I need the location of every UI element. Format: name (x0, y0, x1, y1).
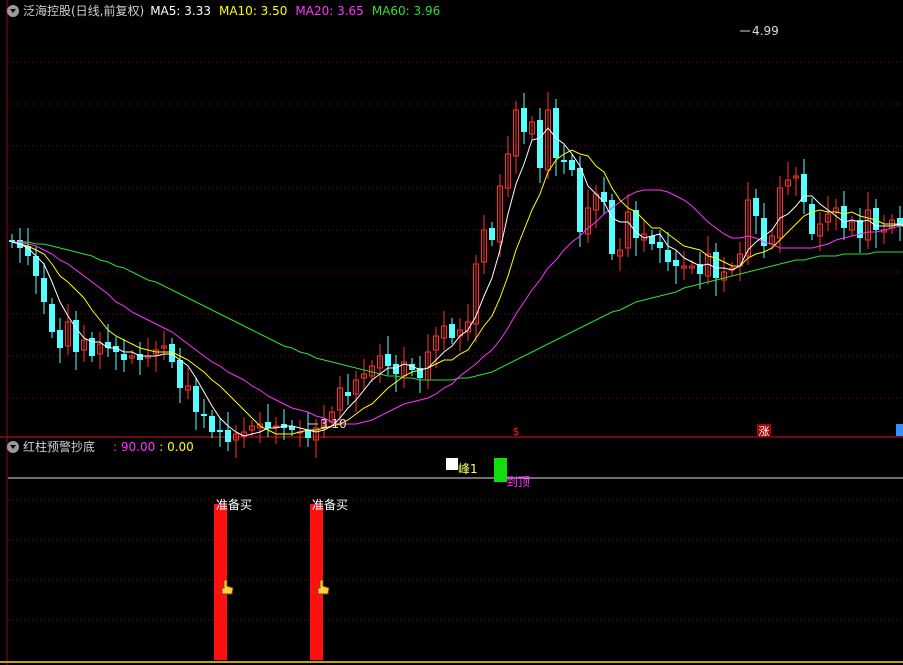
candle-body-down (225, 430, 231, 442)
candle-body-down (713, 252, 719, 278)
high-price-label: 4.99 (752, 24, 779, 38)
candle-body-down (201, 414, 207, 416)
candle-body-down (537, 120, 543, 168)
candle-body-down (657, 242, 663, 248)
candle-body-down (577, 168, 583, 232)
indicator-value-1: : 90.00 (113, 440, 156, 454)
candle-body-down (177, 360, 183, 388)
candle-body-down (857, 220, 863, 238)
edge-marker (896, 424, 903, 436)
low-price-label: 3.10 (320, 417, 347, 431)
candle-body-down (193, 386, 199, 412)
candle-body-down (489, 228, 495, 240)
candle-body-up (273, 425, 279, 428)
ma60-legend: MA60: 3.96 (371, 4, 441, 18)
candle-body-down (305, 430, 311, 438)
event-marker-1: 涨 (759, 425, 770, 438)
candle-body-down (449, 324, 455, 338)
candle-body-down (385, 354, 391, 366)
candle-body-down (57, 330, 63, 348)
indicator-panel-header: 红柱预警抄底 : 90.00 : 0.00 (0, 437, 202, 457)
candle-body-down (673, 260, 679, 266)
indicator-title: 红柱预警抄底 (23, 440, 96, 454)
candle-body-down (121, 354, 127, 360)
event-marker-0: $ (513, 425, 520, 438)
signal-square (446, 458, 458, 470)
candle-body-down (809, 204, 815, 234)
candle-body-down (753, 198, 759, 216)
chart-canvas: 4.99 3.10 $ 涨峰1 到顶准备买 准备买 (0, 0, 903, 665)
candle-body-down (649, 236, 655, 244)
candle-body-down (49, 304, 55, 332)
ma10-legend: MA10: 3.50 (218, 4, 288, 18)
candle-body-down (265, 422, 271, 428)
candle-body-down (217, 430, 223, 432)
signal-label-1: 峰1 (458, 462, 478, 476)
chevron-down-icon[interactable] (7, 441, 19, 453)
candle-body-down (393, 364, 399, 374)
ma5-legend: MA5: 3.33 (150, 4, 211, 18)
alert-bar-label-1: 准备买 (312, 498, 348, 512)
signal-label-3: 到顶 (506, 475, 530, 489)
candle-body-down (801, 174, 807, 202)
candle-body-down (521, 108, 527, 132)
candle-body-down (569, 160, 575, 170)
candle-body-down (41, 278, 47, 302)
candle-body-down (209, 416, 215, 432)
candle-body-down (553, 108, 559, 158)
candle-body-down (105, 342, 111, 348)
candle-body-down (33, 256, 39, 276)
alert-bar-label-0: 准备买 (216, 498, 252, 512)
stock-title: 泛海控股(日线,前复权) (23, 4, 145, 18)
main-panel-header: 泛海控股(日线,前复权) MA5: 3.33 MA10: 3.50 MA20: … (0, 1, 448, 21)
chevron-down-icon[interactable] (7, 5, 19, 17)
candle-body-down (561, 160, 567, 162)
candle-body-down (665, 250, 671, 262)
indicator-value-2: : 0.00 (159, 440, 194, 454)
ma20-legend: MA20: 3.65 (295, 4, 364, 18)
candle-body-down (841, 206, 847, 228)
candle-body-down (345, 392, 351, 396)
